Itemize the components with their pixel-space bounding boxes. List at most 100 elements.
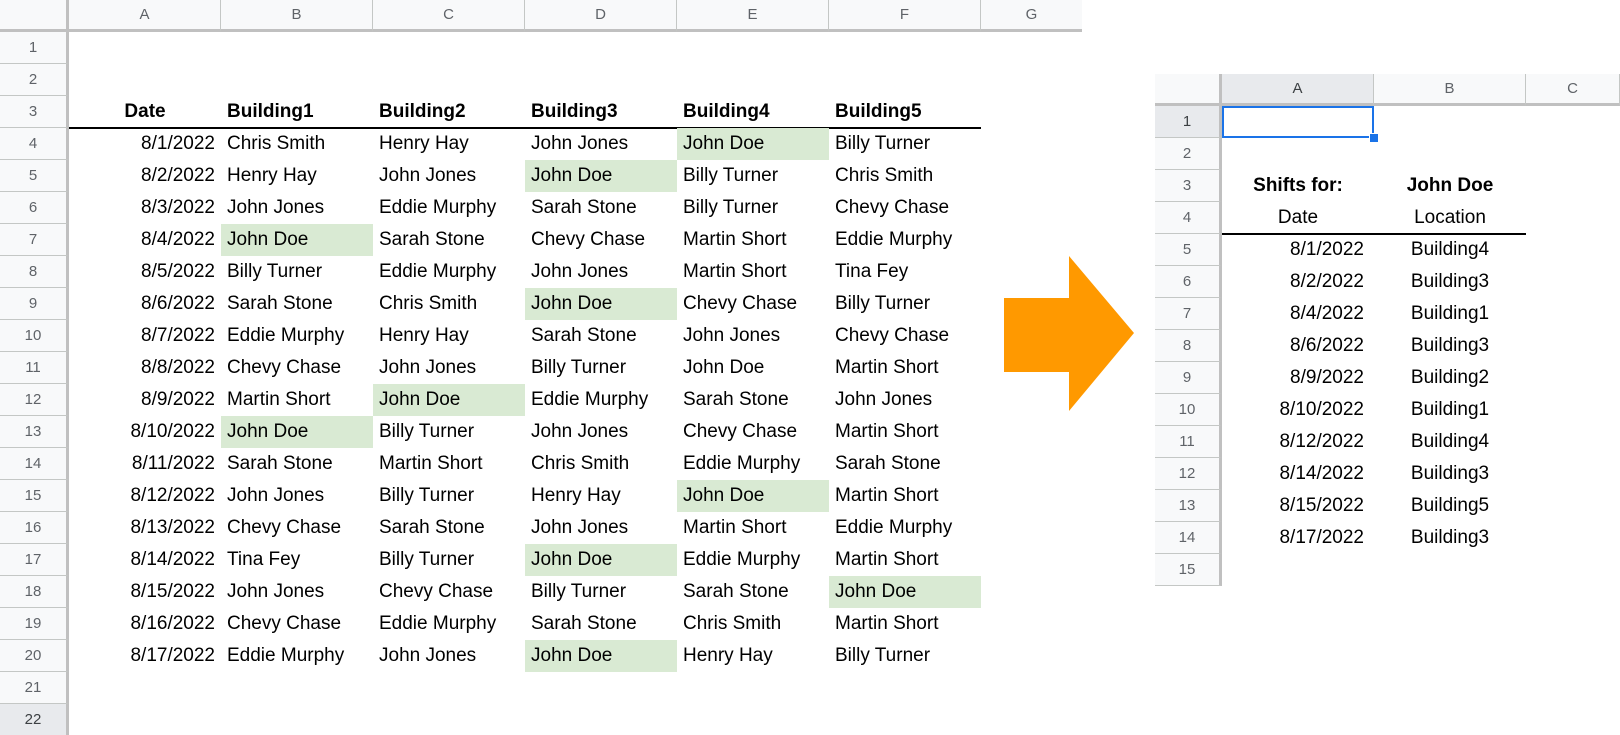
- date-cell[interactable]: 8/3/2022: [69, 192, 221, 224]
- name-cell[interactable]: Eddie Murphy: [677, 544, 829, 576]
- name-cell[interactable]: Chevy Chase: [677, 288, 829, 320]
- header-cell-building5[interactable]: Building5: [829, 96, 981, 128]
- name-cell[interactable]: Tina Fey: [221, 544, 373, 576]
- name-cell[interactable]: Martin Short: [829, 544, 981, 576]
- row-header-4[interactable]: 4: [0, 128, 69, 160]
- row-header-5[interactable]: 5: [0, 160, 69, 192]
- name-cell[interactable]: Chevy Chase: [525, 224, 677, 256]
- row-header-14[interactable]: 14: [1155, 522, 1222, 554]
- selected-cell-a1[interactable]: [1222, 106, 1374, 138]
- highlighted-name-cell[interactable]: John Doe: [221, 416, 373, 448]
- shift-date-cell[interactable]: 8/6/2022: [1222, 330, 1374, 362]
- name-cell[interactable]: John Jones: [373, 640, 525, 672]
- column-header-b[interactable]: B: [221, 0, 373, 32]
- name-cell[interactable]: John Jones: [525, 256, 677, 288]
- date-cell[interactable]: 8/15/2022: [69, 576, 221, 608]
- selected-employee-name[interactable]: John Doe: [1374, 170, 1526, 202]
- name-cell[interactable]: Martin Short: [829, 352, 981, 384]
- shift-date-cell[interactable]: 8/4/2022: [1222, 298, 1374, 330]
- name-cell[interactable]: John Jones: [525, 512, 677, 544]
- row-header-11[interactable]: 11: [0, 352, 69, 384]
- date-cell[interactable]: 8/4/2022: [69, 224, 221, 256]
- name-cell[interactable]: Billy Turner: [677, 192, 829, 224]
- date-cell[interactable]: 8/6/2022: [69, 288, 221, 320]
- date-cell[interactable]: 8/13/2022: [69, 512, 221, 544]
- row-header-20[interactable]: 20: [0, 640, 69, 672]
- name-cell[interactable]: Sarah Stone: [829, 448, 981, 480]
- select-all-corner[interactable]: [1155, 74, 1222, 106]
- column-header-a[interactable]: A: [69, 0, 221, 32]
- date-cell[interactable]: 8/8/2022: [69, 352, 221, 384]
- shift-location-cell[interactable]: Building2: [1374, 362, 1526, 394]
- row-header-11[interactable]: 11: [1155, 426, 1222, 458]
- name-cell[interactable]: Chevy Chase: [829, 320, 981, 352]
- name-cell[interactable]: Chevy Chase: [221, 352, 373, 384]
- column-header-c[interactable]: C: [1526, 74, 1620, 106]
- name-cell[interactable]: Chris Smith: [373, 288, 525, 320]
- name-cell[interactable]: Eddie Murphy: [373, 192, 525, 224]
- name-cell[interactable]: Billy Turner: [525, 576, 677, 608]
- column-header-f[interactable]: F: [829, 0, 981, 32]
- row-header-6[interactable]: 6: [0, 192, 69, 224]
- name-cell[interactable]: Sarah Stone: [525, 192, 677, 224]
- highlighted-name-cell[interactable]: John Doe: [525, 640, 677, 672]
- header-cell-location[interactable]: Location: [1374, 202, 1526, 234]
- date-cell[interactable]: 8/12/2022: [69, 480, 221, 512]
- column-header-a[interactable]: A: [1222, 74, 1374, 106]
- shift-location-cell[interactable]: Building1: [1374, 394, 1526, 426]
- column-header-b[interactable]: B: [1374, 74, 1526, 106]
- highlighted-name-cell[interactable]: John Doe: [221, 224, 373, 256]
- row-header-3[interactable]: 3: [1155, 170, 1222, 202]
- name-cell[interactable]: Martin Short: [373, 448, 525, 480]
- row-header-5[interactable]: 5: [1155, 234, 1222, 266]
- name-cell[interactable]: John Doe: [677, 352, 829, 384]
- shift-location-cell[interactable]: Building5: [1374, 490, 1526, 522]
- column-header-c[interactable]: C: [373, 0, 525, 32]
- highlighted-name-cell[interactable]: John Doe: [525, 160, 677, 192]
- shift-date-cell[interactable]: 8/9/2022: [1222, 362, 1374, 394]
- name-cell[interactable]: Sarah Stone: [525, 608, 677, 640]
- name-cell[interactable]: Chris Smith: [221, 128, 373, 160]
- name-cell[interactable]: Billy Turner: [677, 160, 829, 192]
- name-cell[interactable]: Martin Short: [677, 512, 829, 544]
- row-header-7[interactable]: 7: [0, 224, 69, 256]
- name-cell[interactable]: Eddie Murphy: [829, 512, 981, 544]
- shift-location-cell[interactable]: Building3: [1374, 266, 1526, 298]
- date-cell[interactable]: 8/5/2022: [69, 256, 221, 288]
- name-cell[interactable]: Tina Fey: [829, 256, 981, 288]
- row-header-9[interactable]: 9: [1155, 362, 1222, 394]
- name-cell[interactable]: Billy Turner: [373, 544, 525, 576]
- shift-date-cell[interactable]: 8/10/2022: [1222, 394, 1374, 426]
- shift-date-cell[interactable]: 8/2/2022: [1222, 266, 1374, 298]
- name-cell[interactable]: Eddie Murphy: [677, 448, 829, 480]
- name-cell[interactable]: Billy Turner: [373, 480, 525, 512]
- name-cell[interactable]: John Jones: [373, 352, 525, 384]
- shift-location-cell[interactable]: Building4: [1374, 426, 1526, 458]
- name-cell[interactable]: Sarah Stone: [221, 288, 373, 320]
- shift-date-cell[interactable]: 8/17/2022: [1222, 522, 1374, 554]
- date-cell[interactable]: 8/11/2022: [69, 448, 221, 480]
- row-header-15[interactable]: 15: [0, 480, 69, 512]
- row-header-8[interactable]: 8: [0, 256, 69, 288]
- row-header-18[interactable]: 18: [0, 576, 69, 608]
- highlighted-name-cell[interactable]: John Doe: [525, 288, 677, 320]
- column-header-d[interactable]: D: [525, 0, 677, 32]
- row-header-4[interactable]: 4: [1155, 202, 1222, 234]
- row-header-7[interactable]: 7: [1155, 298, 1222, 330]
- name-cell[interactable]: Sarah Stone: [373, 224, 525, 256]
- name-cell[interactable]: Chevy Chase: [829, 192, 981, 224]
- date-cell[interactable]: 8/16/2022: [69, 608, 221, 640]
- name-cell[interactable]: Eddie Murphy: [373, 256, 525, 288]
- row-header-2[interactable]: 2: [1155, 138, 1222, 170]
- name-cell[interactable]: Chevy Chase: [221, 608, 373, 640]
- header-cell-building4[interactable]: Building4: [677, 96, 829, 128]
- name-cell[interactable]: Billy Turner: [221, 256, 373, 288]
- row-header-1[interactable]: 1: [0, 32, 69, 64]
- name-cell[interactable]: Billy Turner: [829, 128, 981, 160]
- date-cell[interactable]: 8/14/2022: [69, 544, 221, 576]
- name-cell[interactable]: Martin Short: [677, 224, 829, 256]
- highlighted-name-cell[interactable]: John Doe: [677, 128, 829, 160]
- name-cell[interactable]: Henry Hay: [373, 320, 525, 352]
- name-cell[interactable]: Sarah Stone: [677, 384, 829, 416]
- name-cell[interactable]: Chris Smith: [829, 160, 981, 192]
